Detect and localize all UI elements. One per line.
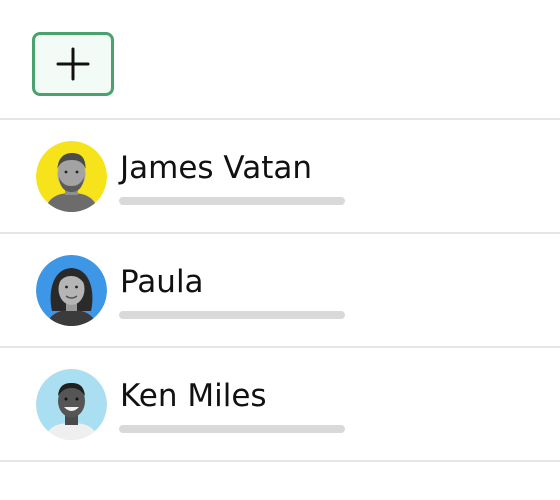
placeholder-bar (119, 311, 345, 319)
contact-row[interactable]: Paula (0, 234, 560, 348)
add-contact-button[interactable] (32, 32, 114, 96)
contact-list: James Vatan Paula Ken Miles (0, 120, 560, 462)
contact-name: James Vatan (120, 150, 313, 186)
plus-icon (56, 47, 90, 81)
contact-name: Ken Miles (120, 378, 267, 414)
contact-name: Paula (120, 264, 204, 300)
contact-row[interactable]: James Vatan (0, 120, 560, 234)
avatar (36, 141, 107, 212)
avatar (36, 255, 107, 326)
placeholder-bar (119, 425, 345, 433)
placeholder-bar (119, 197, 345, 205)
contact-row[interactable]: Ken Miles (0, 348, 560, 462)
avatar (36, 369, 107, 440)
contacts-screen: James Vatan Paula Ken Miles (0, 0, 560, 500)
toolbar (0, 0, 560, 120)
